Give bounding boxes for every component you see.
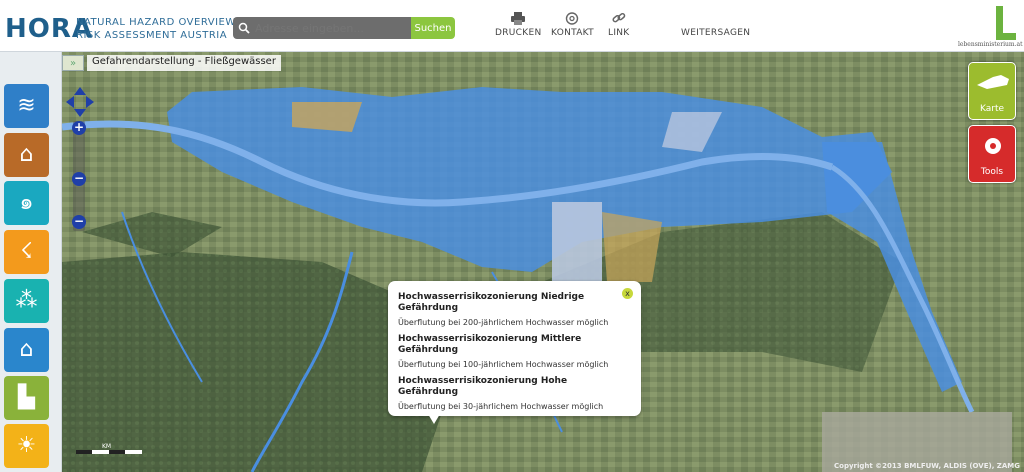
- scale-unit: KM: [102, 443, 111, 450]
- popup-entry-title: Hochwasserrisikozonierung Hohe Gefährdun…: [398, 376, 568, 397]
- map-layer-title: Gefahrendarstellung - Fließgewässer: [87, 55, 281, 71]
- flood-icon: ≋: [17, 93, 36, 118]
- austria-map-icon: [977, 75, 1009, 89]
- at-sign-icon: [566, 12, 579, 25]
- pan-control[interactable]: [66, 87, 94, 117]
- map-viewport[interactable]: » Gefahrendarstellung - Fließgewässer + …: [62, 52, 1024, 472]
- chain-link-icon: [612, 12, 626, 23]
- logo-subtitle-line1: NATURAL HAZARD OVERVIEW &: [76, 17, 248, 28]
- hail-icon: ⁂: [15, 288, 38, 313]
- category-hail[interactable]: ⁂: [4, 279, 49, 323]
- search-button[interactable]: Suchen: [411, 17, 455, 39]
- share-link[interactable]: WEITERSAGEN: [681, 28, 750, 38]
- tools-button[interactable]: Tools: [968, 125, 1016, 183]
- ministry-label: lebensministerium.at: [958, 41, 1023, 48]
- pan-down-icon[interactable]: [74, 109, 86, 117]
- zoom-out-button[interactable]: −: [72, 215, 86, 229]
- category-weather[interactable]: ☀: [4, 424, 49, 468]
- zoom-in-button[interactable]: +: [72, 121, 86, 135]
- print-label: DRUCKEN: [495, 28, 542, 38]
- address-search-input[interactable]: [255, 21, 405, 35]
- category-building[interactable]: ⌂: [4, 133, 49, 177]
- gear-icon: [985, 138, 1001, 154]
- karte-button[interactable]: Karte: [968, 62, 1016, 120]
- category-storm[interactable]: ☇: [4, 230, 49, 274]
- double-chevron-right-icon: »: [69, 57, 77, 69]
- zoom-level-marker[interactable]: −: [72, 172, 86, 186]
- popup-pointer: [428, 414, 440, 424]
- popup-close-button[interactable]: x: [622, 288, 633, 299]
- printer-icon: [511, 12, 526, 25]
- pan-up-icon[interactable]: [74, 87, 86, 95]
- popup-entry-text: Überflutung bei 30-jährlichem Hochwasser…: [398, 402, 604, 411]
- popup-entry-title: Hochwasserrisikozonierung Niedrige Gefäh…: [398, 292, 585, 313]
- popup-entry-text: Überflutung bei 200-jährlichem Hochwasse…: [398, 318, 609, 327]
- popup-entry-text: Überflutung bei 100-jährlichem Hochwasse…: [398, 360, 609, 369]
- contact-link[interactable]: KONTAKT: [551, 12, 594, 38]
- sun-cloud-icon: ☀: [16, 433, 37, 458]
- share-label: WEITERSAGEN: [681, 28, 751, 38]
- tornado-icon: ๑: [19, 190, 34, 215]
- category-snow[interactable]: ⌂: [4, 328, 49, 372]
- header: HORA NATURAL HAZARD OVERVIEW & RISK ASSE…: [0, 0, 1024, 52]
- logo-subtitle-line2: RISK ASSESSMENT AUSTRIA: [76, 30, 228, 41]
- category-flood[interactable]: ≋: [4, 84, 49, 128]
- expand-panel-button[interactable]: »: [62, 55, 84, 71]
- category-industry[interactable]: ▙: [4, 376, 49, 420]
- tools-label: Tools: [980, 167, 1004, 177]
- house-damage-icon: ⌂: [19, 142, 34, 167]
- search-box: [233, 17, 411, 39]
- search-icon: [233, 17, 255, 39]
- snow-house-icon: ⌂: [19, 337, 34, 362]
- scale-bar: KM: [76, 443, 142, 454]
- print-link[interactable]: DRUCKEN: [495, 12, 541, 38]
- storm-icon: ☇: [20, 239, 33, 264]
- industry-icon: ▙: [18, 385, 35, 410]
- contact-label: KONTAKT: [551, 28, 594, 38]
- copyright-text: Copyright ©2013 BMLFUW, ALDIS (OVE), ZAM…: [834, 462, 1020, 470]
- pan-left-icon[interactable]: [66, 96, 74, 108]
- legend-popup: x Hochwasserrisikozonierung Niedrige Gef…: [388, 281, 641, 416]
- logo-subtitle: NATURAL HAZARD OVERVIEW & RISK ASSESSMEN…: [76, 16, 248, 42]
- popup-entry-title: Hochwasserrisikozonierung Mittlere Gefäh…: [398, 334, 582, 355]
- karte-label: Karte: [979, 104, 1005, 114]
- category-tornado[interactable]: ๑: [4, 181, 49, 225]
- hazard-category-sidebar: ≋ ⌂ ๑ ☇ ⁂ ⌂ ▙ ☀: [0, 52, 62, 472]
- hora-app: HORA NATURAL HAZARD OVERVIEW & RISK ASSE…: [0, 0, 1024, 472]
- link-label: LINK: [608, 28, 630, 38]
- map-title-bar: » Gefahrendarstellung - Fließgewässer: [62, 55, 281, 71]
- pan-right-icon[interactable]: [86, 96, 94, 108]
- link-link[interactable]: LINK: [608, 12, 630, 38]
